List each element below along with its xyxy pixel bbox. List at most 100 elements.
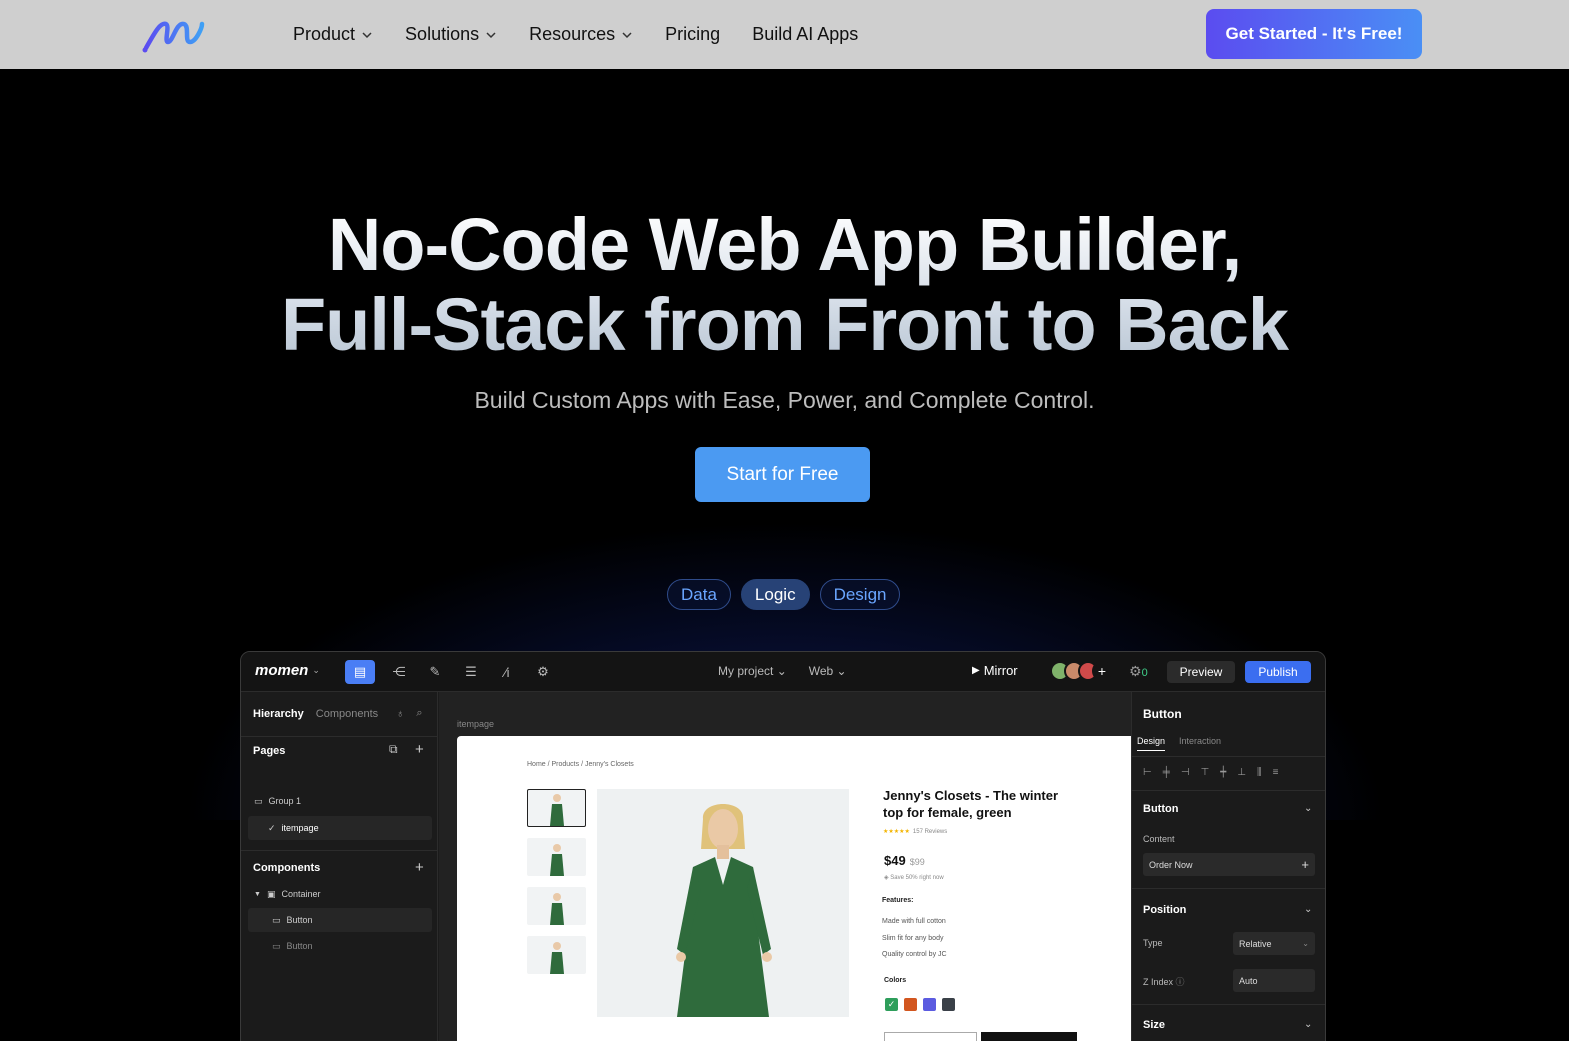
editor-brand[interactable]: momen ⌄ [255, 662, 320, 679]
page-artboard[interactable]: Home / Products / Jenny's Closets Jenny'… [457, 736, 1131, 1041]
chevron-down-icon[interactable]: ⌄ [1304, 1019, 1312, 1030]
canvas-page-label: itempage [457, 719, 495, 729]
product-thumbnail[interactable] [527, 887, 586, 925]
left-panel-tabs: Hierarchy Components ♁ ⌕ [253, 707, 423, 720]
list-item[interactable]: ✓ itempage [248, 816, 432, 840]
start-for-free-button[interactable]: Start for Free [695, 447, 870, 502]
tree-label: Container [281, 889, 321, 899]
tree-label: Button [286, 941, 313, 951]
mirror-button[interactable]: ▶ Mirror [972, 663, 1018, 678]
align-bottom-icon[interactable]: ⊥ [1237, 767, 1246, 778]
content-value: Order Now [1149, 859, 1193, 870]
design-canvas[interactable]: itempage Home / Products / Jenny's Close… [439, 692, 1131, 1041]
nav-resources[interactable]: Resources [529, 24, 633, 45]
align-middle-icon[interactable]: ┿ [1220, 767, 1226, 778]
tab-hierarchy[interactable]: Hierarchy [253, 708, 304, 720]
platform-selector[interactable]: Web ⌄ [809, 664, 847, 678]
bulb-icon[interactable]: ♁ [396, 708, 404, 720]
align-center-icon[interactable]: ╪ [1163, 767, 1170, 778]
help-icon[interactable]: ⓘ [1176, 977, 1185, 987]
alignment-tools: ⊢ ╪ ⊣ ⊤ ┿ ⊥ ⫼ ≡ [1143, 767, 1278, 778]
dress-thumbnail-image [549, 893, 564, 925]
project-selectors: My project ⌄ Web ⌄ [718, 664, 847, 678]
hero-title-line2: Full-Stack from Front to Back [280, 283, 1289, 366]
properties-panel: Button Design Interaction ⊢ ╪ ⊣ ⊤ ┿ ⊥ ⫼ … [1131, 692, 1325, 1041]
tab-interaction[interactable]: Interaction [1179, 736, 1221, 751]
ai-icon[interactable]: ⁄i [495, 660, 519, 684]
product-main-image [597, 789, 849, 1017]
chevron-down-icon[interactable]: ⌄ [1304, 904, 1312, 915]
properties-tabs: Design Interaction [1137, 736, 1221, 751]
sync-status[interactable]: ⚙0 [1129, 663, 1148, 680]
caret-down-icon: ▼ [254, 890, 261, 898]
publish-button[interactable]: Publish [1245, 661, 1311, 683]
add-collaborator-icon[interactable]: + [1092, 661, 1112, 681]
old-price: $99 [909, 857, 925, 867]
tab-design-props[interactable]: Design [1137, 736, 1166, 751]
position-type-select[interactable]: Relative ⌄ [1233, 932, 1315, 955]
nav-solutions[interactable]: Solutions [405, 24, 497, 45]
tree-item[interactable]: ▼ ▣ Container [248, 882, 432, 906]
divider [1132, 790, 1325, 791]
align-right-icon[interactable]: ⊣ [1181, 767, 1190, 778]
data-icon[interactable]: ☰ [459, 660, 483, 684]
page-label: itempage [281, 823, 319, 833]
plus-icon[interactable]: + [415, 741, 424, 758]
project-selector[interactable]: My project ⌄ [718, 664, 787, 678]
components-heading: Components [253, 862, 321, 874]
tab-logic[interactable]: Logic [740, 579, 810, 610]
add-page-icon[interactable]: ⧉ [389, 742, 398, 757]
product-title: Jenny's Closets - The winter top for fem… [883, 788, 1059, 820]
add-to-cart-button[interactable] [884, 1032, 977, 1041]
preview-button[interactable]: Preview [1167, 661, 1235, 683]
get-started-button[interactable]: Get Started - It's Free! [1206, 9, 1422, 59]
type-label: Type [1143, 938, 1163, 948]
zindex-input[interactable]: Auto [1233, 969, 1315, 992]
nav-build-ai-apps[interactable]: Build AI Apps [752, 24, 858, 45]
list-item[interactable]: ▭ Group 1 [248, 789, 432, 813]
top-nav: Product Solutions Resources Pricing Buil… [0, 0, 1569, 69]
settings-icon[interactable]: ⚙ [531, 660, 555, 684]
button-section-heading: Button [1143, 803, 1179, 815]
align-left-icon[interactable]: ⊢ [1143, 767, 1152, 778]
tab-design[interactable]: Design [819, 579, 901, 610]
tree-item[interactable]: ▭ Button [248, 908, 432, 932]
divider [1132, 888, 1325, 889]
plus-icon[interactable]: + [1301, 857, 1309, 872]
chevron-down-icon[interactable]: ⌄ [1304, 803, 1312, 814]
plus-icon[interactable]: + [415, 859, 424, 876]
align-top-icon[interactable]: ⊤ [1201, 767, 1210, 778]
order-now-button[interactable] [981, 1032, 1077, 1041]
content-input[interactable]: Order Now + [1143, 853, 1315, 876]
distribute-v-icon[interactable]: ≡ [1273, 767, 1279, 778]
save-note: ◈ Save 50% right now [884, 875, 944, 881]
layout-icon[interactable]: ▤ [345, 660, 375, 684]
tree-item[interactable]: ▭ Button [248, 934, 432, 958]
product-thumbnail[interactable] [527, 936, 586, 974]
chevron-down-icon [622, 31, 632, 38]
distribute-h-icon[interactable]: ⫼ [1257, 767, 1262, 778]
nav-product[interactable]: Product [293, 24, 373, 45]
color-swatch-charcoal[interactable] [942, 998, 955, 1011]
divider [241, 736, 438, 737]
hero-title-line1: No-Code Web App Builder, [327, 203, 1242, 286]
color-swatch-green[interactable]: ✓ [885, 998, 898, 1011]
tab-data[interactable]: Data [667, 579, 731, 610]
product-thumbnail[interactable] [527, 789, 586, 827]
check-icon: ✓ [268, 822, 276, 833]
editor-brand-label: momen [255, 662, 309, 679]
product-thumbnail[interactable] [527, 838, 586, 876]
color-swatch-purple[interactable] [923, 998, 936, 1011]
collaborator-avatars[interactable]: + [1050, 661, 1112, 681]
pages-heading: Pages [253, 745, 286, 757]
mirror-label: Mirror [983, 663, 1018, 678]
brush-icon[interactable]: ✎ [423, 660, 447, 684]
color-swatch-orange[interactable] [904, 998, 917, 1011]
momen-logo-icon[interactable] [140, 14, 206, 54]
nav-pricing[interactable]: Pricing [665, 24, 720, 45]
editor-toolbar: momen ⌄ ▤ ⋲ ✎ ☰ ⁄i ⚙ My project ⌄ Web ⌄ … [241, 652, 1325, 692]
current-price: $49 [884, 853, 906, 868]
tab-components[interactable]: Components [316, 708, 378, 720]
search-icon[interactable]: ⌕ [416, 707, 422, 720]
flow-icon[interactable]: ⋲ [387, 660, 411, 684]
